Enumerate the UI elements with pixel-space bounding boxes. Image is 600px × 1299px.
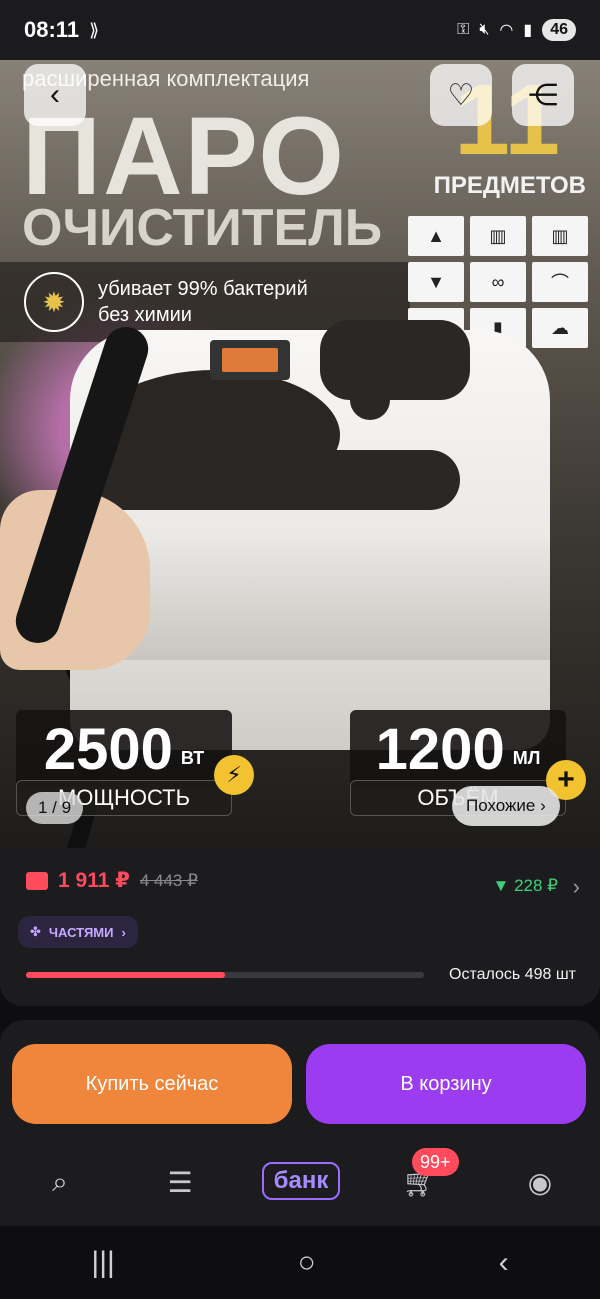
system-navigation-bar: ||| ○ ‹ <box>0 1226 600 1299</box>
status-icons: ⚿ 🔇︎ ◠ ▮ 46 <box>457 19 576 41</box>
power-unit: ВТ <box>180 747 205 768</box>
volume-spec: 1200 МЛ <box>350 710 566 788</box>
virus-icon: ✹ <box>24 272 84 332</box>
bottom-tab-bar: ⌕ ☰ банк 🛒︎ 99+ ◉ <box>0 1148 600 1214</box>
accessory-tile: ▥ <box>470 216 526 256</box>
installments-label: ЧАСТЯМИ <box>48 924 114 940</box>
chevron-left-icon: ‹ <box>50 78 60 111</box>
badge-text-line1: убивает 99% бактерий <box>98 278 308 300</box>
chevron-right-icon: › <box>121 924 126 940</box>
volume-value: 1200 <box>375 716 505 782</box>
power-spec: 2500 ВТ <box>16 710 232 788</box>
installments-icon: ✤ <box>30 924 41 939</box>
catalog-menu-icon[interactable]: ☰ <box>150 1162 210 1202</box>
back-icon[interactable]: ‹ <box>499 1246 509 1280</box>
stock-remaining: Осталось 498 шт <box>449 966 576 983</box>
home-search-icon[interactable]: ⌕ <box>30 1162 90 1202</box>
accessory-tile: ▲ <box>408 216 464 256</box>
accessory-tile: ∞ <box>470 262 526 302</box>
status-time: 08:11 <box>24 17 80 42</box>
price-card: 1 911 ₽ 4 443 ₽ ▼ 228 ₽ › ✤ ЧАСТЯМИ › Ос… <box>0 848 600 1006</box>
wallet-icon <box>26 871 48 890</box>
bank-tab[interactable]: банк <box>262 1162 340 1200</box>
installments-button[interactable]: ✤ ЧАСТЯМИ › <box>18 916 138 948</box>
mute-icon: 🔇︎ <box>479 21 490 38</box>
similar-button[interactable]: Похожие › <box>452 786 560 826</box>
favorite-button[interactable]: ♡ <box>430 64 492 126</box>
accessory-tile: ⌒ <box>532 262 588 302</box>
signal-icon: ▮ <box>523 22 533 39</box>
cast-icon: ⟫ <box>89 19 100 40</box>
chevron-right-icon[interactable]: › <box>573 874 580 900</box>
volume-unit: МЛ <box>512 747 541 768</box>
action-panel: Купить сейчас В корзину ⌕ ☰ банк 🛒︎ 99+ … <box>0 1020 600 1226</box>
recent-apps-icon[interactable]: ||| <box>91 1246 114 1280</box>
profile-icon[interactable]: ◉ <box>510 1162 570 1202</box>
back-button[interactable]: ‹ <box>24 64 86 126</box>
key-icon: ⚿ <box>457 21 470 38</box>
buy-now-button[interactable]: Купить сейчас <box>12 1044 292 1124</box>
product-image-gallery[interactable]: расширенная комплектация ПАРО ОЧИСТИТЕЛЬ… <box>0 50 600 850</box>
share-icon: ⋲ <box>528 78 558 112</box>
accessory-tile: ▼ <box>408 262 464 302</box>
image-pager: 1 / 9 <box>26 792 84 824</box>
old-price: 4 443 ₽ <box>139 870 198 890</box>
badge-text-line2: без химии <box>98 304 192 326</box>
cart-badge: 99+ <box>412 1148 459 1176</box>
share-button[interactable]: ⋲ <box>512 64 574 126</box>
add-to-cart-button[interactable]: В корзину <box>306 1044 586 1124</box>
items-label: ПРЕДМЕТОВ <box>433 172 586 199</box>
home-icon[interactable]: ○ <box>298 1246 316 1280</box>
current-price: 1 911 ₽ <box>58 869 130 892</box>
product-screen: 08:11 ⟫ ⚿ 🔇︎ ◠ ▮ 46 расширенная комплект… <box>0 0 600 1299</box>
accessory-tile: ☁ <box>532 308 588 348</box>
battery-indicator: 46 <box>542 19 576 41</box>
heart-icon: ♡ <box>447 78 475 112</box>
power-value: 2500 <box>43 716 173 782</box>
stock-progress-bar <box>26 972 424 978</box>
cashback-amount[interactable]: ▼ 228 ₽ <box>493 876 558 896</box>
image-title-line2: ОЧИСТИТЕЛЬ <box>22 199 383 257</box>
stock-progress-fill <box>26 972 225 978</box>
wifi-icon: ◠ <box>499 22 514 39</box>
status-bar: 08:11 ⟫ ⚿ 🔇︎ ◠ ▮ 46 <box>0 0 600 60</box>
accessory-tile: ▥ <box>532 216 588 256</box>
lightning-icon: ⚡ <box>214 755 254 795</box>
